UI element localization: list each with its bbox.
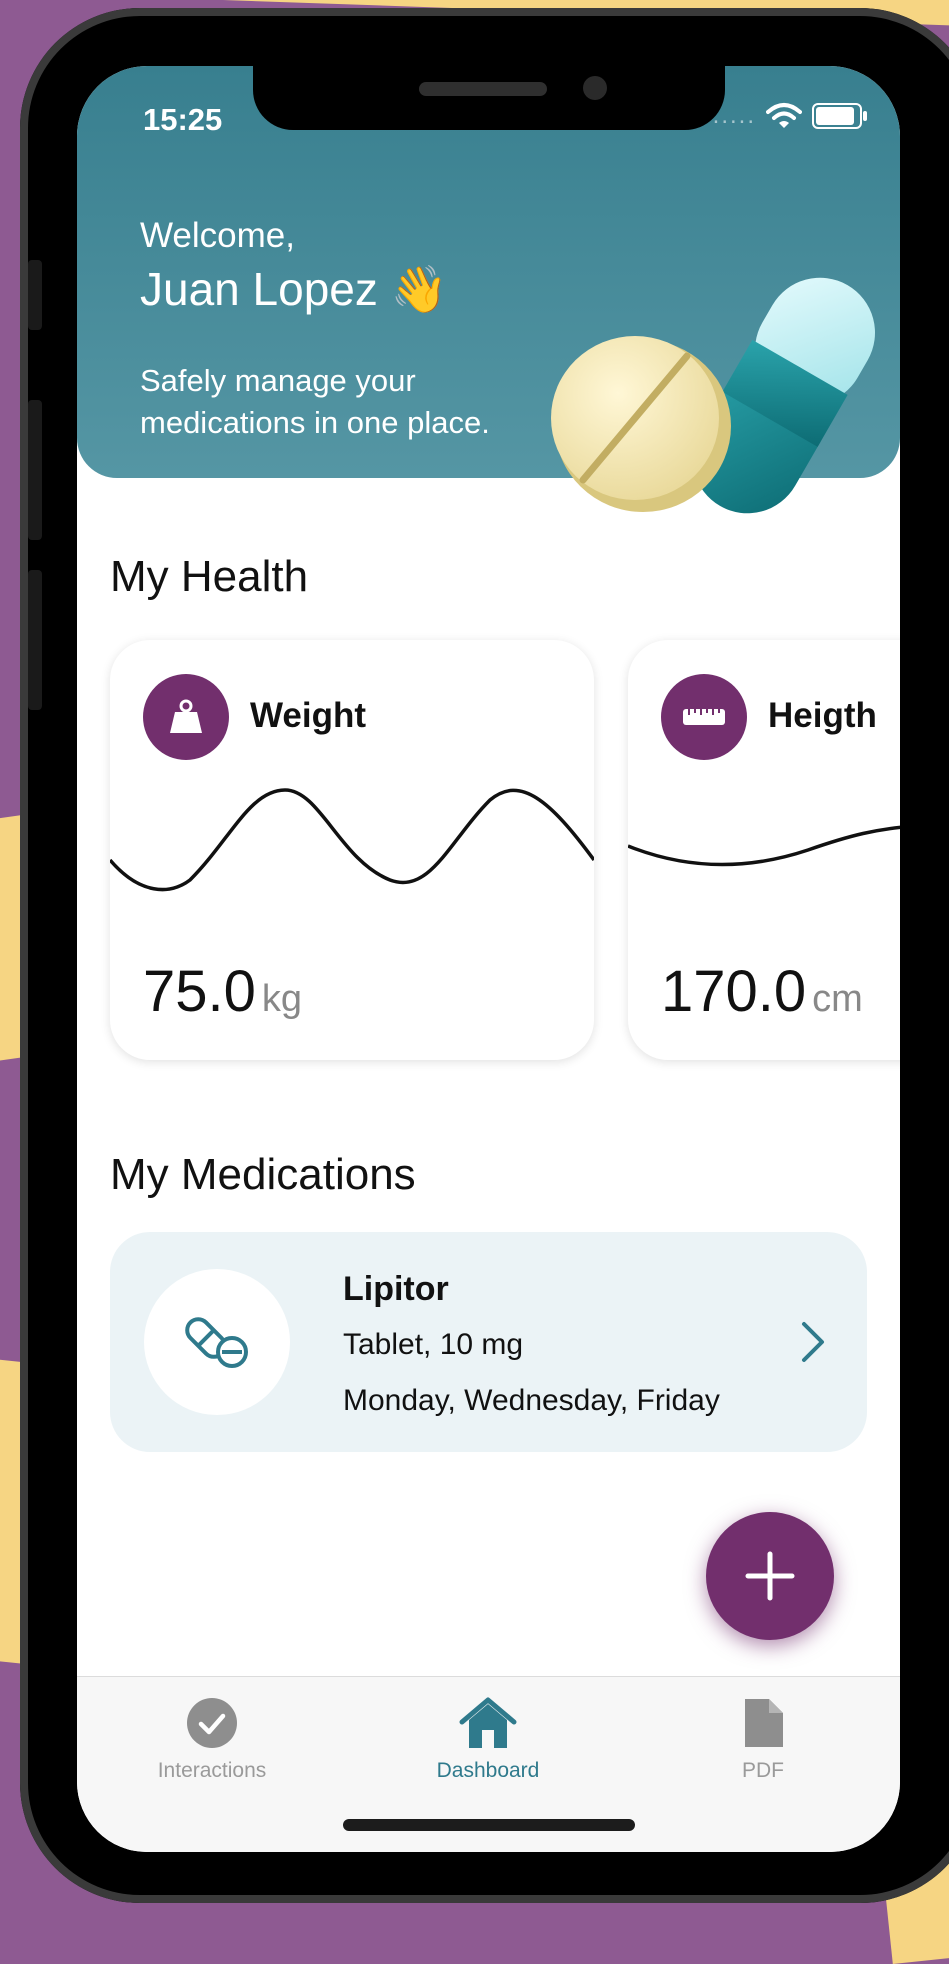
height-unit: cm	[812, 978, 863, 1020]
medication-dose: Tablet, 10 mg	[343, 1328, 524, 1361]
app-screen: 15:25 ..... Welcome, Juan Lopez 👋 Safely…	[77, 66, 900, 1852]
volume-up-button	[28, 400, 42, 540]
greeting: Welcome,	[140, 216, 295, 255]
plus-icon	[745, 1551, 795, 1601]
medications-section-title: My Medications	[110, 1150, 416, 1199]
health-card-height[interactable]: Heigth 170.0 cm	[628, 640, 900, 1060]
medication-card-lipitor[interactable]: Lipitor Tablet, 10 mg Monday, Wednesday,…	[110, 1232, 867, 1452]
status-icons: .....	[712, 102, 867, 130]
height-trend-wave	[628, 825, 900, 867]
weight-trend-wave	[110, 788, 594, 892]
tab-dashboard[interactable]: Dashboard	[388, 1693, 588, 1783]
ruler-icon	[661, 674, 747, 760]
pills-icon	[185, 1317, 248, 1368]
tab-interactions[interactable]: Interactions	[112, 1693, 312, 1783]
user-name: Juan Lopez 👋	[140, 263, 448, 315]
medication-days: Monday, Wednesday, Friday	[343, 1384, 720, 1417]
home-indicator	[343, 1819, 635, 1831]
pills-illustration-icon	[551, 277, 875, 514]
height-number: 170.0	[661, 959, 807, 1024]
health-card-weight[interactable]: Weight 75.0 kg	[110, 640, 594, 1060]
mute-switch	[28, 260, 42, 330]
tagline: Safely manage your medications in one pl…	[140, 360, 560, 444]
check-circle-icon	[182, 1693, 242, 1753]
tab-label: Interactions	[157, 1759, 267, 1782]
weight-icon	[143, 674, 229, 760]
tab-label: PDF	[742, 1759, 784, 1782]
document-icon	[733, 1693, 793, 1753]
speaker	[419, 82, 547, 96]
weight-unit: kg	[261, 978, 303, 1020]
camera	[583, 76, 607, 100]
status-time: 15:25	[143, 102, 223, 137]
tab-label: Dashboard	[436, 1759, 540, 1782]
medication-icon-circle	[144, 1269, 290, 1415]
weight-value: 75.0 kg	[143, 958, 302, 1025]
device-notch	[253, 66, 725, 130]
tagline-line: Safely manage your	[140, 363, 416, 398]
wifi-icon	[766, 103, 802, 128]
add-medication-button[interactable]	[706, 1512, 834, 1640]
health-card-label: Weight	[250, 696, 367, 735]
signal-dots: .....	[712, 102, 756, 129]
battery-icon	[812, 103, 867, 129]
height-value: 170.0 cm	[661, 958, 863, 1025]
health-card-label: Heigth	[768, 696, 877, 735]
medication-name: Lipitor	[343, 1270, 449, 1308]
volume-down-button	[28, 570, 42, 710]
tagline-line: medications in one place.	[140, 405, 490, 440]
weight-number: 75.0	[143, 959, 256, 1024]
tab-bar: Interactions Dashboard PDF	[77, 1676, 900, 1852]
tab-pdf[interactable]: PDF	[663, 1693, 863, 1783]
health-section-title: My Health	[110, 552, 309, 601]
home-icon	[458, 1693, 518, 1753]
chevron-right-icon	[802, 1322, 824, 1362]
